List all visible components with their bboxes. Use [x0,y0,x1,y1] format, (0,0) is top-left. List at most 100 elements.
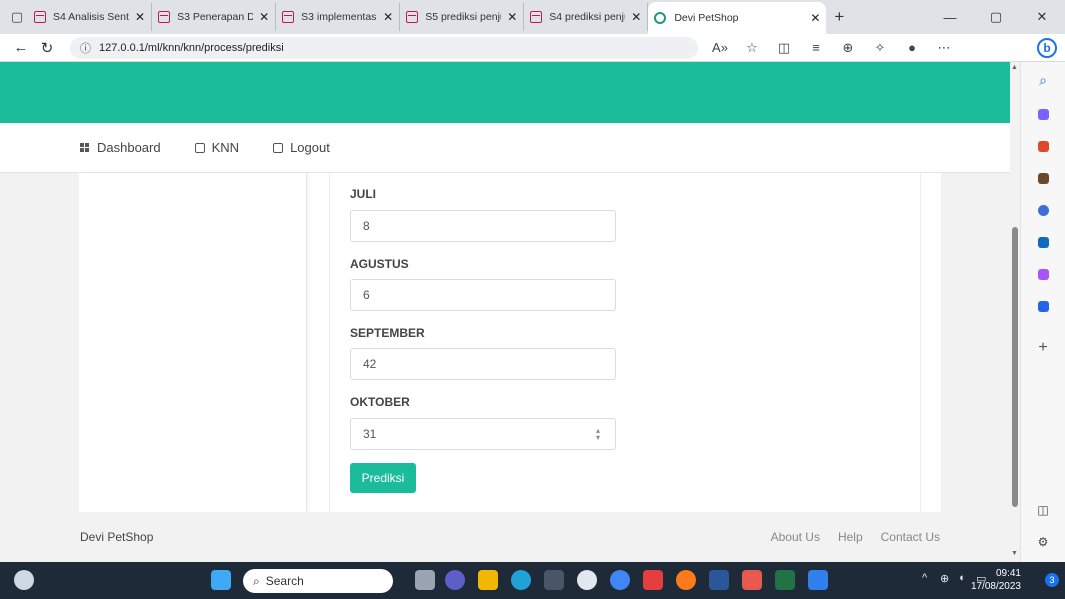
prediksi-button[interactable]: Prediksi [350,463,416,493]
juli-input[interactable] [350,210,616,242]
close-icon[interactable]: ✕ [507,10,517,24]
oktober-input[interactable] [350,418,616,450]
field-label-september: SEPTEMBER [350,326,425,340]
refresh-icon[interactable]: ↻ [34,39,60,57]
tab-title: Devi PetShop [674,12,739,24]
maximize-icon[interactable]: ▢ [973,9,1019,25]
designer-icon[interactable] [1033,264,1053,284]
games-icon[interactable] [1033,168,1053,188]
shopping-tag-icon[interactable] [1033,104,1053,124]
browser-tab[interactable]: S5 prediksi penjuala ✕ [400,3,525,31]
edge-sidebar: ⌕ + ◫ ⚙ [1020,62,1065,562]
edge-browser-icon[interactable] [511,570,531,590]
nav-item-knn[interactable]: KNN [194,140,239,155]
split-screen-icon[interactable]: ◫ [768,40,800,56]
mcafee-icon[interactable] [643,570,663,590]
site-favicon-icon [654,12,667,24]
clock-time: 09:41 [995,568,1021,579]
volume-icon[interactable]: ◖ [958,572,965,584]
page-scrollbar[interactable]: ▲ ▼ [1010,62,1020,562]
more-icon[interactable]: ⋯ [928,40,960,56]
bing-copilot-icon[interactable]: b [1037,38,1057,58]
new-tab-icon[interactable]: + [826,7,852,27]
close-window-icon[interactable]: ✕ [1019,9,1065,25]
firefox-icon[interactable] [676,570,696,590]
excel-icon[interactable] [775,570,795,590]
scrollbar-thumb[interactable] [1012,227,1018,507]
vscode-icon[interactable] [808,570,828,590]
footer-link-contact[interactable]: Contact Us [881,530,940,544]
grid-icon [80,142,90,153]
footer-link-about[interactable]: About Us [771,530,820,544]
scroll-up-icon[interactable]: ▲ [1011,64,1018,71]
agustus-input[interactable] [350,279,616,311]
extensions-icon[interactable]: ✧ [864,40,896,56]
close-icon[interactable]: ✕ [135,10,145,24]
word-icon[interactable] [709,570,729,590]
browser-tab-active[interactable]: Devi PetShop ✕ [648,2,827,34]
number-stepper-icon[interactable]: ▴ ▾ [596,427,600,442]
sidebar-toggle-icon[interactable]: ◫ [1033,500,1053,520]
favorites-icon[interactable]: ≡ [800,40,832,56]
browser-tab[interactable]: S4 prediksi penjuala ✕ [524,3,649,31]
close-icon[interactable]: ✕ [383,10,393,24]
nav-item-dashboard[interactable]: Dashboard [80,140,161,155]
field-label-oktober: OKTOBER [350,395,410,409]
send-icon[interactable] [1033,296,1053,316]
add-icon[interactable]: + [1033,338,1053,358]
clock[interactable]: 09:41 17/08/2023 [971,567,1021,593]
teams-chat-icon[interactable] [445,570,465,590]
settings-gear-icon[interactable]: ⚙ [1033,532,1053,552]
taskbar-search[interactable]: ⌕ Search [243,569,393,593]
prediction-form: JULI AGUSTUS SEPTEMBER OKTOBER ▴▾ Predik… [329,173,921,512]
task-view-icon[interactable] [415,570,435,590]
web-page: Dashboard KNN Logout JULI AGUSTUS SEPTEM… [0,62,1010,562]
read-aloud-icon[interactable]: A» [704,40,736,56]
windows-taskbar: ⌕ Search ^ ⊕ ◖ ▭ 09:41 17/08/2023 3 [0,562,1065,599]
info-icon[interactable]: ⓘ [80,40,91,56]
navbar: Dashboard KNN Logout [0,123,1010,173]
url-text: 127.0.0.1/ml/knn/knn/process/prediksi [99,41,284,54]
profile-icon[interactable]: ● [896,40,928,56]
nav-item-label: Logout [290,140,330,155]
outlook-icon[interactable] [1033,232,1053,252]
collections-icon[interactable]: ⊕ [832,40,864,56]
chrome-icon[interactable] [610,570,630,590]
tab-title: S4 Analisis Sentime [53,11,129,23]
minimize-icon[interactable]: — [927,10,973,25]
clock-date: 17/08/2023 [970,581,1021,592]
tab-title: S5 prediksi penjuala [425,11,501,23]
back-arrow-icon[interactable]: ← [8,39,34,56]
close-icon[interactable]: ✕ [259,10,269,24]
close-icon[interactable]: ✕ [631,10,641,24]
weather-icon[interactable] [14,570,34,590]
nav-item-logout[interactable]: Logout [273,140,330,155]
close-icon[interactable]: ✕ [810,11,820,25]
browser-tab[interactable]: S3 implementasi Kh ✕ [276,3,401,31]
tools-briefcase-icon[interactable] [1033,136,1053,156]
tab-title: S3 implementasi Kh [301,11,378,23]
scroll-down-icon[interactable]: ▼ [1011,550,1018,557]
tab-actions-icon[interactable]: ▢ [6,6,28,28]
field-label-agustus: AGUSTUS [350,257,409,271]
url-field[interactable]: ⓘ 127.0.0.1/ml/knn/knn/process/prediksi [70,36,698,59]
browser-tab[interactable]: S3 Penerapan Data ✕ [152,3,277,31]
browser-tab[interactable]: S4 Analisis Sentime ✕ [28,3,153,31]
pdf-icon [406,11,419,23]
chevron-up-icon[interactable]: ^ [922,572,927,584]
favorite-star-icon[interactable]: ☆ [736,40,768,56]
office-icon[interactable] [1033,200,1053,220]
obs-icon[interactable] [577,570,597,590]
language-icon[interactable]: ⊕ [940,572,949,585]
xampp-icon[interactable] [742,570,762,590]
form-icon [273,142,284,153]
windows-start-icon[interactable] [211,570,231,590]
september-input[interactable] [350,348,616,380]
browser-tab-strip: ▢ S4 Analisis Sentime ✕ S3 Penerapan Dat… [0,0,1065,34]
search-icon[interactable]: ⌕ [1033,70,1053,90]
store-icon[interactable] [544,570,564,590]
window-controls: — ▢ ✕ [927,0,1065,34]
file-explorer-icon[interactable] [478,570,498,590]
notification-badge[interactable]: 3 [1045,573,1059,587]
footer-link-help[interactable]: Help [838,530,863,544]
